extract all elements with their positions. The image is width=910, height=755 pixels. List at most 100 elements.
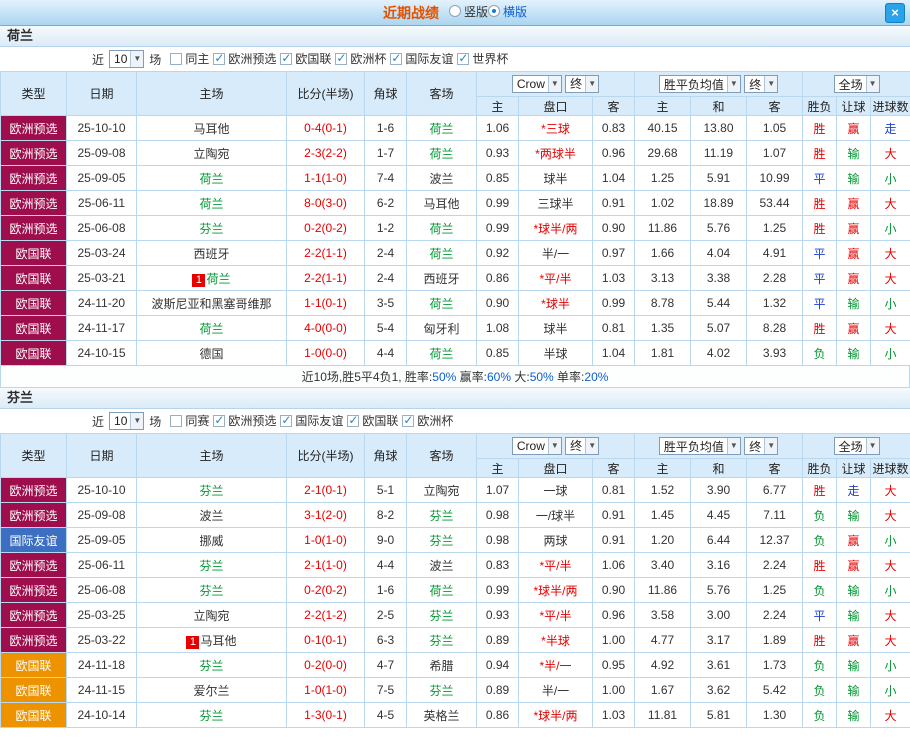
league-cell: 欧洲预选 (1, 166, 67, 191)
recent-count-select[interactable]: 10▼ (109, 412, 144, 430)
league-filter-group: 同赛欧洲预选国际友谊欧国联欧洲杯 (166, 412, 453, 430)
chevron-down-icon: ▼ (866, 438, 879, 454)
avg-select[interactable]: 胜平负均值▼ (659, 75, 741, 93)
corners-cell: 3-5 (365, 291, 407, 316)
filter-checkbox[interactable]: 欧洲预选 (213, 50, 276, 67)
avg-draw-cell: 5.07 (691, 316, 747, 341)
fulltime-select[interactable]: 全场▼ (834, 437, 880, 455)
league-cell: 欧洲预选 (1, 628, 67, 653)
checkbox-icon (402, 415, 414, 427)
away-team-name: 荷兰 (429, 347, 453, 361)
league-cell: 欧洲预选 (1, 503, 67, 528)
checkbox-icon (170, 415, 182, 427)
home-team-name: 马耳他 (200, 634, 236, 648)
final-odds-select[interactable]: 终▼ (565, 437, 599, 455)
result-handicap-cell: 输 (837, 603, 871, 628)
radio-label: 横版 (503, 3, 527, 20)
home-team-cell: 立陶宛 (137, 603, 287, 628)
date-cell: 25-10-10 (67, 478, 137, 503)
near-label: 近 (92, 413, 104, 430)
match-row: 欧洲预选25-09-08波兰3-1(2-0)8-2芬兰0.98一/球半0.911… (1, 503, 910, 528)
date-cell: 25-06-08 (67, 216, 137, 241)
filter-checkbox[interactable]: 欧洲预选 (213, 412, 276, 429)
home-odds-cell: 0.99 (477, 191, 519, 216)
date-cell: 25-09-05 (67, 528, 137, 553)
avg-select[interactable]: 胜平负均值▼ (659, 437, 741, 455)
filter-checkbox[interactable]: 欧国联 (280, 50, 331, 67)
match-row: 欧国联24-11-15爱尔兰1-0(1-0)7-5芬兰0.89半/一1.001.… (1, 678, 910, 703)
avg-away-cell: 2.24 (747, 553, 803, 578)
away-team-cell: 波兰 (407, 553, 477, 578)
chevron-down-icon: ▼ (548, 76, 561, 92)
home-team-cell: 立陶宛 (137, 141, 287, 166)
away-team-name: 荷兰 (429, 222, 453, 236)
handicap-cell: *球半/两 (519, 216, 593, 241)
fulltime-select[interactable]: 全场▼ (834, 75, 880, 93)
layout-radio[interactable]: 竖版 (449, 3, 488, 20)
away-team-cell: 立陶宛 (407, 478, 477, 503)
checkbox-icon (457, 53, 469, 65)
league-cell: 欧国联 (1, 291, 67, 316)
result-wdl-cell: 胜 (803, 478, 837, 503)
checkbox-icon (390, 53, 402, 65)
result-goals-cell: 大 (871, 703, 910, 728)
avg-away-cell: 1.73 (747, 653, 803, 678)
final-avg-select[interactable]: 终▼ (744, 75, 778, 93)
bookmaker-select[interactable]: Crow▼ (512, 75, 562, 93)
score-cell: 2-2(1-1) (287, 241, 365, 266)
avg-away-cell: 1.25 (747, 578, 803, 603)
league-cell: 欧国联 (1, 678, 67, 703)
avg-draw-cell: 5.81 (691, 703, 747, 728)
match-row: 欧洲预选25-06-11荷兰8-0(3-0)6-2马耳他0.99三球半0.911… (1, 191, 910, 216)
handicap-cell: 一球 (519, 478, 593, 503)
radio-icon (449, 5, 461, 17)
filter-checkbox[interactable]: 欧国联 (347, 412, 398, 429)
filter-checkbox[interactable]: 同主 (170, 50, 209, 67)
result-wdl-cell: 负 (803, 678, 837, 703)
avg-draw-cell: 3.90 (691, 478, 747, 503)
final-avg-select[interactable]: 终▼ (744, 437, 778, 455)
checkbox-icon (213, 53, 225, 65)
filter-checkbox[interactable]: 同赛 (170, 412, 209, 429)
results-table-finland: 类型 日期 主场 比分(半场) 角球 客场 Crow▼ 终▼ 胜平负均值▼ 终▼… (0, 433, 910, 728)
filter-checkbox[interactable]: 欧洲杯 (402, 412, 453, 429)
avg-draw-cell: 3.38 (691, 266, 747, 291)
score-cell: 8-0(3-0) (287, 191, 365, 216)
result-handicap-cell: 赢 (837, 316, 871, 341)
recent-count-select[interactable]: 10▼ (109, 50, 144, 68)
away-team-cell: 荷兰 (407, 116, 477, 141)
match-row: 欧洲预选25-09-08立陶宛2-3(2-2)1-7荷兰0.93*两球半0.96… (1, 141, 910, 166)
away-odds-cell: 0.90 (593, 578, 635, 603)
filter-checkbox[interactable]: 国际友谊 (280, 412, 343, 429)
home-team-cell: 荷兰 (137, 166, 287, 191)
away-team-cell: 荷兰 (407, 341, 477, 366)
home-team-name: 波兰 (199, 509, 223, 523)
sub-avg-home: 主 (635, 97, 691, 116)
result-goals-cell: 小 (871, 291, 910, 316)
home-team-cell: 1马耳他 (137, 628, 287, 653)
date-cell: 25-06-08 (67, 578, 137, 603)
home-odds-cell: 0.92 (477, 241, 519, 266)
result-wdl-cell: 负 (803, 341, 837, 366)
close-button[interactable]: × (885, 3, 905, 23)
filter-checkbox[interactable]: 国际友谊 (390, 50, 453, 67)
bookmaker-select[interactable]: Crow▼ (512, 437, 562, 455)
layout-radio[interactable]: 横版 (488, 3, 527, 20)
filter-checkbox[interactable]: 欧洲杯 (335, 50, 386, 67)
result-handicap-cell: 输 (837, 291, 871, 316)
home-team-name: 荷兰 (199, 322, 223, 336)
avg-home-cell: 4.77 (635, 628, 691, 653)
handicap-cell: *球半/两 (519, 703, 593, 728)
result-wdl-cell: 胜 (803, 316, 837, 341)
avg-home-cell: 1.25 (635, 166, 691, 191)
filter-checkbox[interactable]: 世界杯 (457, 50, 508, 67)
avg-draw-cell: 3.61 (691, 653, 747, 678)
final-odds-select[interactable]: 终▼ (565, 75, 599, 93)
checkbox-label: 同赛 (185, 412, 209, 429)
league-cell: 欧洲预选 (1, 603, 67, 628)
rank-badge: 1 (186, 636, 199, 649)
handicap-cell: *平/半 (519, 553, 593, 578)
away-odds-cell: 0.91 (593, 528, 635, 553)
avg-away-cell: 5.42 (747, 678, 803, 703)
away-team-cell: 荷兰 (407, 216, 477, 241)
